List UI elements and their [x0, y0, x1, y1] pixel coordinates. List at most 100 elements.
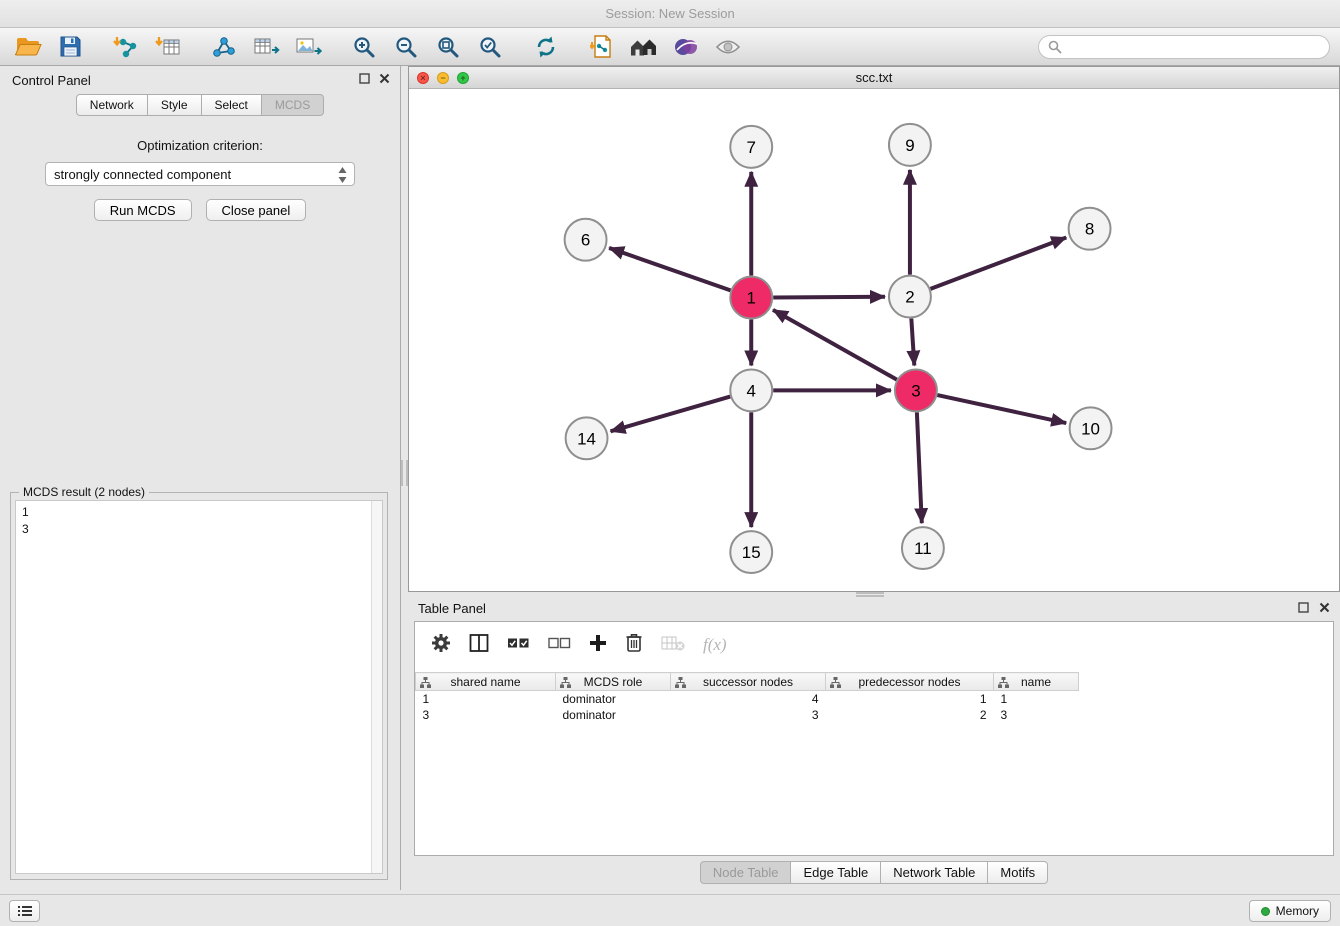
tab-style[interactable]: Style: [148, 94, 202, 116]
float-panel-icon[interactable]: [359, 73, 370, 84]
edge-3-1[interactable]: [773, 310, 897, 380]
refresh-button[interactable]: [528, 32, 564, 62]
edge-3-10[interactable]: [937, 395, 1066, 423]
open-session-button[interactable]: [10, 32, 46, 62]
node-8[interactable]: 8: [1069, 208, 1111, 250]
tab-mcds[interactable]: MCDS: [262, 94, 324, 116]
float-table-panel-icon[interactable]: [1298, 602, 1309, 613]
zoom-out-button[interactable]: [388, 32, 424, 62]
column-header-predecessor-nodes[interactable]: predecessor nodes: [826, 673, 994, 691]
run-mcds-button[interactable]: Run MCDS: [94, 199, 192, 221]
edge-2-3[interactable]: [911, 318, 914, 365]
tab-select[interactable]: Select: [202, 94, 262, 116]
create-column-button[interactable]: [589, 634, 607, 657]
select-all-button[interactable]: [507, 634, 530, 657]
node-9[interactable]: 9: [889, 124, 931, 166]
home-view-button[interactable]: [626, 32, 662, 62]
plus-icon: [589, 634, 607, 652]
column-header-successor-nodes[interactable]: successor nodes: [671, 673, 826, 691]
export-table-button[interactable]: [248, 32, 284, 62]
table-cell[interactable]: dominator: [556, 691, 671, 707]
table-settings-button[interactable]: [431, 633, 451, 658]
node-2[interactable]: 2: [889, 276, 931, 318]
node-10[interactable]: 10: [1070, 407, 1112, 449]
zoom-fit-button[interactable]: [430, 32, 466, 62]
search-box[interactable]: [1038, 35, 1330, 59]
vertical-splitter-handle[interactable]: [401, 460, 408, 486]
tab-node-table[interactable]: Node Table: [700, 861, 792, 884]
deselect-all-button[interactable]: [548, 634, 571, 657]
function-builder-button[interactable]: f(x): [703, 635, 727, 655]
save-session-button[interactable]: [52, 32, 88, 62]
table-cell[interactable]: 1: [416, 691, 556, 707]
node-table-header-row: shared nameMCDS rolesuccessor nodesprede…: [416, 673, 1079, 691]
edge-1-6[interactable]: [609, 248, 730, 290]
task-history-button[interactable]: [9, 900, 40, 922]
column-header-name[interactable]: name: [994, 673, 1079, 691]
mcds-result-item[interactable]: 3: [22, 521, 365, 538]
delete-column-button[interactable]: [625, 632, 643, 658]
node-14[interactable]: 14: [566, 417, 608, 459]
edge-3-11[interactable]: [917, 412, 922, 523]
export-image-button[interactable]: [290, 32, 326, 62]
tab-network[interactable]: Network: [76, 94, 148, 116]
node-1[interactable]: 1: [730, 277, 772, 319]
edge-1-2[interactable]: [773, 297, 885, 298]
column-header-shared-name[interactable]: shared name: [416, 673, 556, 691]
zoom-selected-button[interactable]: [472, 32, 508, 62]
node-11[interactable]: 11: [902, 527, 944, 569]
mcds-result-item[interactable]: 1: [22, 504, 365, 521]
column-header-mcds-role[interactable]: MCDS role: [556, 673, 671, 691]
table-cell[interactable]: 2: [826, 707, 994, 723]
table-cell[interactable]: 3: [416, 707, 556, 723]
close-table-panel-icon[interactable]: [1319, 602, 1330, 613]
table-cell[interactable]: dominator: [556, 707, 671, 723]
table-panel-header: Table Panel: [408, 597, 1340, 621]
table-row[interactable]: 1dominator411: [416, 691, 1079, 707]
edge-4-14[interactable]: [611, 397, 731, 432]
table-cell[interactable]: 4: [671, 691, 826, 707]
table-cell[interactable]: 1: [994, 691, 1079, 707]
import-table-button[interactable]: [150, 32, 186, 62]
edge-2-8[interactable]: [930, 238, 1066, 289]
table-cell[interactable]: 3: [671, 707, 826, 723]
show-columns-button[interactable]: [469, 633, 489, 658]
window-title: Session: New Session: [0, 0, 1340, 28]
memory-button[interactable]: Memory: [1249, 900, 1331, 922]
column-type-icon: [998, 677, 1009, 691]
minimize-window-button[interactable]: −: [437, 72, 449, 84]
delete-table-button[interactable]: [661, 634, 685, 657]
node-7[interactable]: 7: [730, 126, 772, 168]
node-3[interactable]: 3: [895, 369, 937, 411]
node-label: 2: [905, 288, 914, 307]
tab-motifs[interactable]: Motifs: [988, 861, 1048, 884]
tab-network-table[interactable]: Network Table: [881, 861, 988, 884]
close-window-button[interactable]: ×: [417, 72, 429, 84]
toggle-details-button[interactable]: [710, 32, 746, 62]
table-cell[interactable]: 1: [826, 691, 994, 707]
network-window-titlebar[interactable]: × − + scc.txt: [409, 67, 1339, 89]
import-network-button[interactable]: [108, 32, 144, 62]
mcds-result-scrollbar[interactable]: [371, 501, 382, 873]
network-canvas[interactable]: 1 2 3 4 6 7 8 9 10 11 14 15: [409, 89, 1339, 591]
node-6[interactable]: 6: [565, 219, 607, 261]
style-button[interactable]: [668, 32, 704, 62]
node-label: 8: [1085, 220, 1094, 239]
node-4[interactable]: 4: [730, 369, 772, 411]
new-network-button[interactable]: [206, 32, 242, 62]
tab-edge-table[interactable]: Edge Table: [791, 861, 881, 884]
select-all-icon: [507, 634, 530, 652]
search-input[interactable]: [1068, 39, 1320, 55]
zoom-window-button[interactable]: +: [457, 72, 469, 84]
column-type-icon: [830, 677, 841, 691]
zoom-in-button[interactable]: [346, 32, 382, 62]
network-from-selection-button[interactable]: [584, 32, 620, 62]
network-icon: [212, 35, 236, 59]
close-panel-button[interactable]: Close panel: [206, 199, 307, 221]
table-cell[interactable]: 3: [994, 707, 1079, 723]
close-panel-icon[interactable]: [379, 73, 390, 84]
network-graph[interactable]: 1 2 3 4 6 7 8 9 10 11 14 15: [409, 89, 1339, 591]
criterion-select[interactable]: strongly connected component: [45, 162, 355, 186]
node-15[interactable]: 15: [730, 531, 772, 573]
table-row[interactable]: 3dominator323: [416, 707, 1079, 723]
